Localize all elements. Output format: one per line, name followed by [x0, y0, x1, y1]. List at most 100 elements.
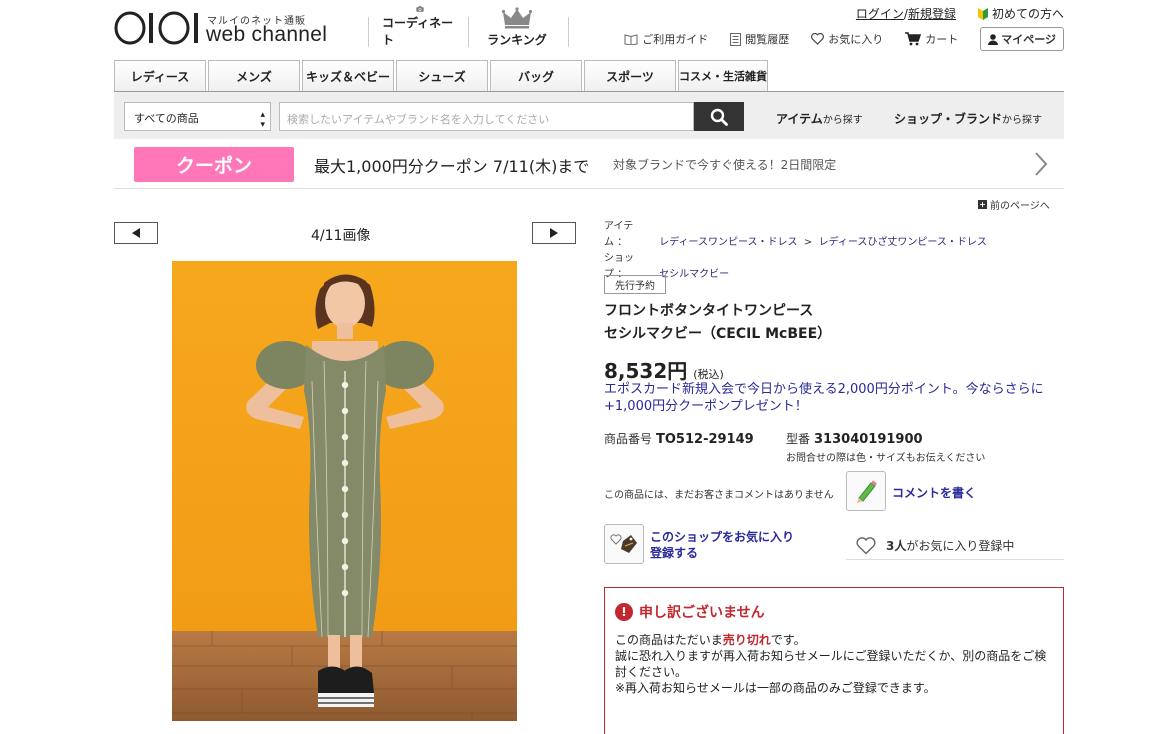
account-links: ログイン/新規登録 初めての方へ [856, 5, 1064, 22]
preorder-badge: 先行予約 [604, 275, 666, 294]
inquiry-note: お問合せの際は色・サイズもお伝えください [786, 453, 986, 464]
select-arrows-icon: ▴ ▾ [260, 110, 265, 130]
model-in-dress-image [172, 261, 517, 721]
tab-cosmetics[interactable]: コスメ・生活雑貨 [678, 60, 768, 91]
epos-promo-line1: エポスカード新規入会で今日から使える2,000円分ポイント。今ならさらに [604, 382, 1044, 397]
breadcrumb-separator: > [803, 237, 813, 248]
user-icon [988, 33, 999, 45]
nav-ranking-label: ランキング [487, 33, 547, 47]
beginner-label: 初めての方へ [991, 7, 1064, 21]
favorite-count-suffix: がお気に入り登録中 [906, 539, 1015, 553]
favorite-count-text: 3人がお気に入り登録中 [886, 537, 1014, 554]
search-by-shop-label: ショップ・ブランド [894, 112, 1003, 126]
category-select[interactable]: すべての商品 ▴ ▾ [124, 102, 271, 131]
search-bar: すべての商品 ▴ ▾ 検索したいアイテムやブランド名を入力してください アイテムか… [114, 91, 1064, 139]
favorite-count[interactable]: 3人がお気に入り登録中 [846, 532, 1064, 560]
favorites-link[interactable]: お気に入り [811, 31, 883, 47]
tab-sports[interactable]: スポーツ [584, 60, 676, 91]
coupon-text: 最大1,000円分クーポン 7/11(木)まで [314, 157, 590, 176]
breadcrumb-item-key: アイテム ： [604, 219, 656, 251]
cart-link[interactable]: カート [905, 31, 958, 47]
header-divider [568, 17, 569, 47]
category-tabs: レディース メンズ キッズ＆ベビー シューズ バッグ スポーツ コスメ・生活雑貨 [114, 60, 768, 91]
epos-card-promo-link[interactable]: エポスカード新規入会で今日から使える2,000円分ポイント。今ならさらに +1,… [604, 381, 1064, 415]
site-logo[interactable]: マルイのネット通販 web channel [114, 8, 364, 48]
coupon-subtext: 対象ブランドで今すぐ使える！2日間限定 [613, 158, 837, 172]
guide-label: ご利用ガイド [642, 33, 709, 46]
no-comment-text: この商品には、まだお客さまコメントはありません [604, 490, 834, 501]
history-link[interactable]: 閲覧履歴 [730, 31, 789, 47]
breadcrumbs: アイテム ： レディースワンピース・ドレス > レディースひざ丈ワンピース・ドレ… [604, 219, 987, 283]
nav-ranking[interactable]: ランキング [482, 6, 552, 48]
oioi-logo-icon [114, 11, 198, 45]
image-counter: 4/11画像 [311, 228, 371, 244]
guide-link[interactable]: ご利用ガイド [624, 31, 708, 47]
write-comment-link[interactable]: コメントを書く [892, 484, 976, 501]
breadcrumb-item-colon: ： [617, 237, 628, 248]
history-label: 閲覧履歴 [745, 33, 790, 46]
product-photo[interactable] [172, 261, 517, 721]
favorite-count-number: 3人 [886, 539, 907, 553]
mypage-button[interactable]: マイページ [980, 27, 1064, 51]
favorite-shop-icon-button[interactable] [604, 524, 644, 564]
prev-image-button[interactable] [114, 222, 158, 244]
breadcrumb-item-row: アイテム ： レディースワンピース・ドレス > レディースひざ丈ワンピース・ドレ… [604, 219, 987, 251]
crown-icon [502, 7, 532, 29]
back-link-label: 前のページへ [990, 201, 1050, 212]
breadcrumb-shop-cecil-mcbee[interactable]: セシルマクビー [659, 269, 729, 280]
back-link[interactable]: + 前のページへ [978, 197, 1050, 212]
sold-out-line3: 討ください。 [615, 665, 688, 679]
next-image-button[interactable] [532, 222, 576, 244]
model-number-value: 313040191900 [814, 432, 923, 447]
search-input[interactable]: 検索したいアイテムやブランド名を入力してください [279, 102, 694, 131]
product-name: フロントボタンタイトワンピース [604, 303, 814, 319]
coupon-banner[interactable]: クーポン 最大1,000円分クーポン 7/11(木)まで 対象ブランドで今すぐ使… [114, 140, 1064, 189]
favorite-shop-line2: 登録する [650, 546, 699, 560]
sold-out-line4: ※再入荷お知らせメールは一部の商品のみご登録できます。 [615, 681, 936, 695]
triangle-right-icon [550, 228, 558, 238]
tab-mens[interactable]: メンズ [208, 60, 300, 91]
plus-square-icon: + [978, 200, 987, 209]
heart-icon [811, 33, 825, 45]
favorite-shop-link[interactable]: このショップをお気に入り 登録する [650, 529, 794, 561]
coupon-badge: クーポン [134, 147, 294, 182]
favorites-label: お気に入り [828, 33, 884, 46]
alert-icon: ! [615, 603, 633, 621]
header-divider [468, 17, 469, 47]
register-link[interactable]: 新規登録 [908, 7, 956, 21]
favorite-shop-line1: このショップをお気に入り [650, 530, 795, 544]
beginner-mark-icon [977, 7, 988, 20]
mypage-label: マイページ [1001, 33, 1056, 46]
sold-out-highlight: 売り切れ [722, 633, 771, 647]
tab-bags[interactable]: バッグ [490, 60, 582, 91]
auth-links: ログイン/新規登録 [856, 5, 956, 22]
epos-promo-line2: +1,000円分クーポンプレゼント！ [604, 399, 808, 414]
search-button[interactable] [694, 102, 744, 131]
nav-coordinate-label: コーディネート [382, 16, 454, 47]
heart-outline-icon [856, 536, 876, 554]
breadcrumb-knee-length-onepiece[interactable]: レディースひざ丈ワンピース・ドレス [819, 237, 987, 248]
book-icon [624, 33, 638, 45]
sold-out-notice: ! 申し訳ございません この商品はただいま売り切れです。 誠に恐れ入りますが再入… [604, 587, 1064, 734]
product-brand: セシルマクビー（CECIL McBEE） [604, 326, 832, 342]
camera-icon [415, 6, 424, 12]
login-link[interactable]: ログイン [856, 7, 904, 21]
tab-ladies[interactable]: レディース [114, 60, 206, 91]
site-header: マルイのネット通販 web channel コーディネート ランキング ログイン… [114, 0, 1064, 58]
model-number-label: 型番 [786, 432, 811, 446]
tab-kids-baby[interactable]: キッズ＆ベビー [302, 60, 394, 91]
nav-coordinate[interactable]: コーディネート [382, 6, 457, 48]
product-code-label: 商品番号 [604, 432, 653, 446]
model-number: 型番 313040191900 [786, 430, 923, 447]
write-comment-icon-button[interactable] [846, 471, 886, 511]
header-divider [368, 17, 369, 47]
heart-tag-icon [610, 534, 637, 553]
logo-name: web channel [206, 23, 328, 46]
sold-out-line1-c: です。 [770, 633, 806, 647]
tab-shoes[interactable]: シューズ [396, 60, 488, 91]
utility-links: ご利用ガイド 閲覧履歴 お気に入り カート マイページ [624, 27, 1064, 51]
search-by-shop-link[interactable]: ショップ・ブランドから探す [894, 110, 1042, 127]
search-by-item-link[interactable]: アイテムから探す [776, 110, 863, 127]
breadcrumb-ladies-onepiece[interactable]: レディースワンピース・ドレス [659, 237, 797, 248]
beginner-link[interactable]: 初めての方へ [977, 5, 1064, 22]
